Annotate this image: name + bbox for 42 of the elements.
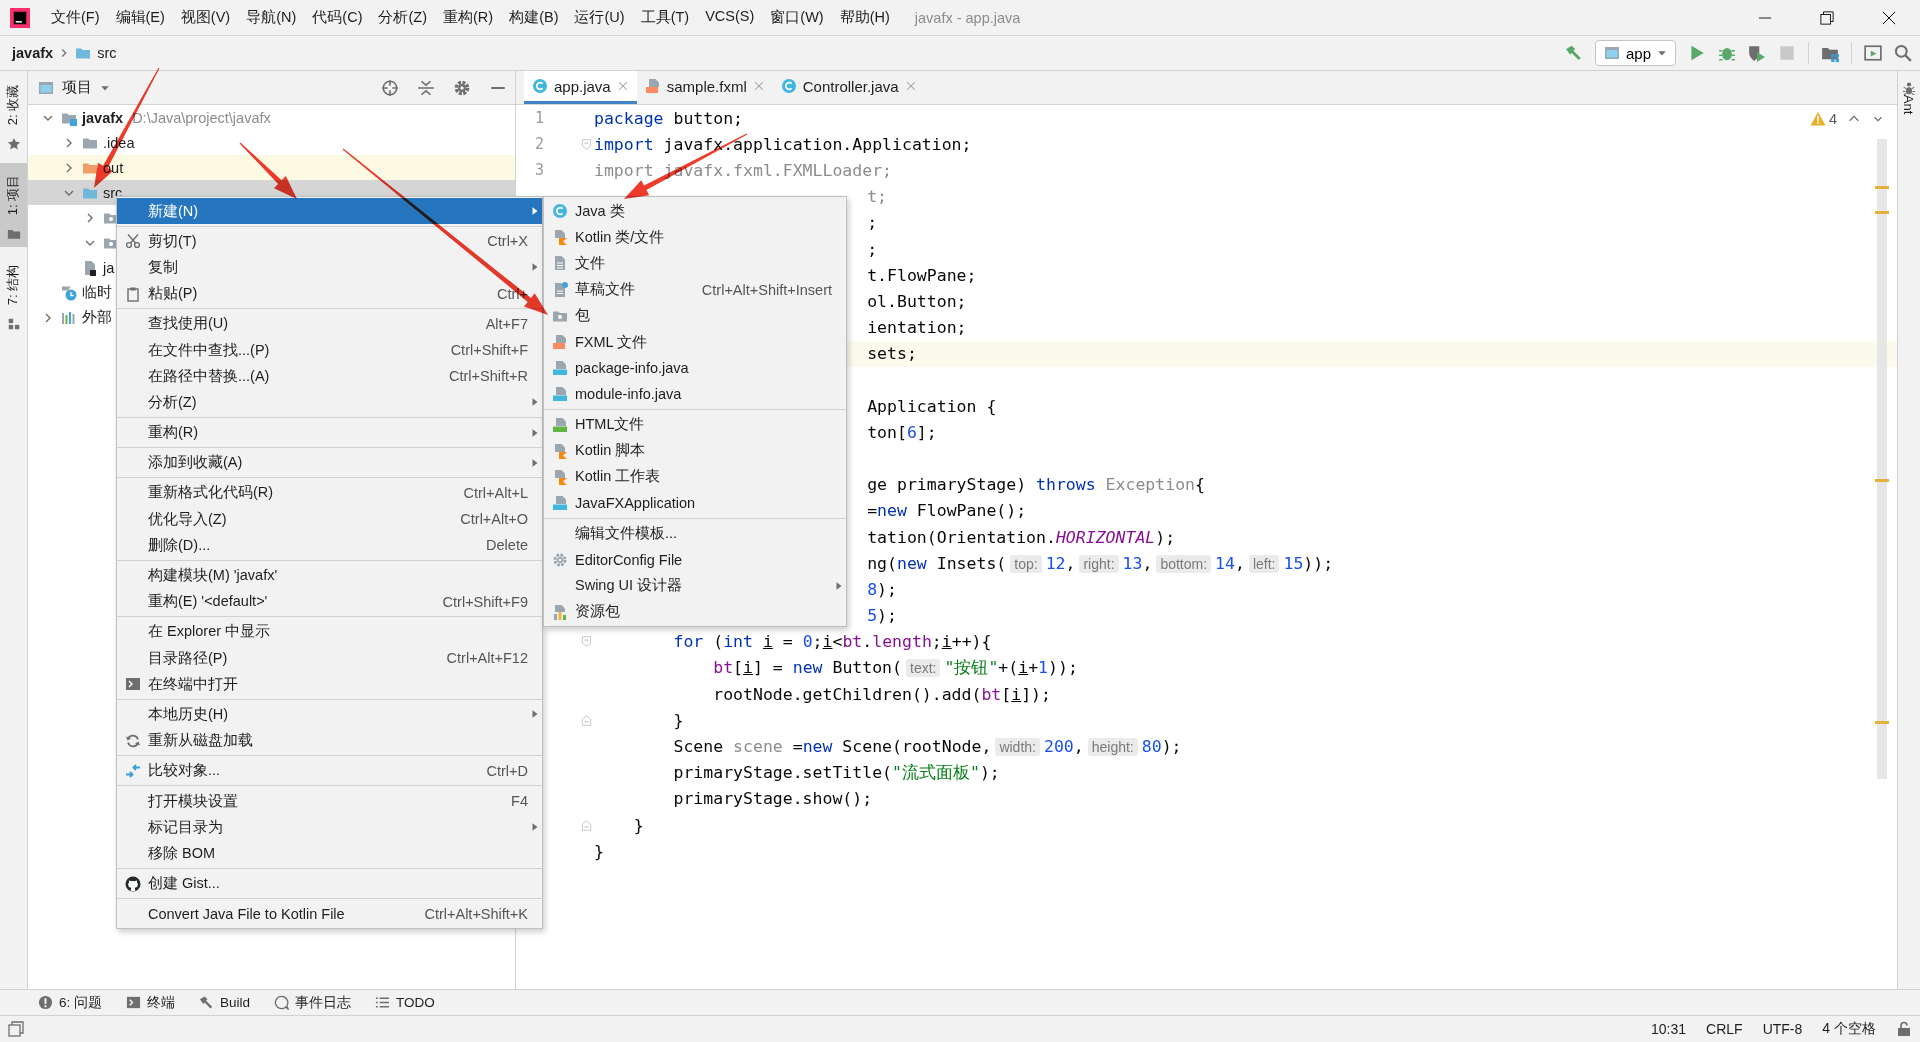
shortcut-label: Ctrl+D (485, 762, 528, 779)
shortcut-label: Ctrl+Shift+F (449, 342, 528, 359)
shortcut-label: Alt+F7 (484, 315, 528, 332)
code-line: ng(new Insets( top: 12, right: 13, bottom: 14, left: 15)); (867, 553, 1334, 573)
code-line: } (632, 815, 644, 835)
code-line: ; (867, 239, 878, 259)
code-line: for (int i = 0;i<bt.length;i++){ (672, 632, 992, 652)
line-number: 2 (533, 135, 544, 154)
shortcut-label: Ctrl+Alt+F12 (445, 650, 528, 667)
shortcut-label: Ctrl+Shift+F9 (441, 593, 528, 610)
code-line: rootNode.getChildren().add(bt[i]); (712, 684, 1051, 704)
shortcut-label: Ctrl+X (486, 233, 528, 250)
shortcut-label: Ctrl+Alt+Shift+K (423, 905, 528, 922)
shortcut-label: Delete (485, 537, 528, 554)
window-title: javafx - app.java (914, 9, 1021, 26)
line-number: 3 (533, 161, 544, 180)
code-line: Application { (867, 396, 997, 416)
shortcut-label: Ctrl+Alt+Shift+Insert (700, 281, 832, 298)
code-line: ; (867, 213, 878, 233)
code-line: } (672, 710, 684, 730)
code-line: } (594, 841, 604, 861)
shortcut-label: F4 (510, 793, 528, 810)
code-line: tation(Orientation.HORIZONTAL); (867, 527, 1176, 547)
code-line: primaryStage.show(); (672, 789, 873, 809)
code-line: t; (867, 187, 888, 207)
shortcut-label: Ctrl+Alt+L (462, 484, 528, 501)
code-line: ge primaryStage) throws Exception{ (867, 475, 1205, 495)
code-line: sets; (867, 344, 917, 364)
shortcut-label: Ctrl+Shift+R (448, 368, 528, 385)
code-line: bt[i] = new Button( text: "按钮"+(i+1)); (712, 657, 1078, 680)
line-number: 1 (533, 109, 544, 128)
code-line: primaryStage.setTitle("流式面板"); (672, 761, 1000, 784)
code-line: 5); (867, 606, 897, 626)
shortcut-label: Ctrl+Alt+O (459, 511, 528, 528)
code-line: ol.Button; (867, 291, 967, 311)
code-line: =new FlowPane(); (867, 501, 1027, 521)
code-line: package button; (594, 108, 744, 128)
code-line: ientation; (867, 318, 967, 338)
code-line: t.FlowPane; (867, 265, 977, 285)
code-line: ton[6]; (867, 422, 937, 442)
code-line: 8); (867, 579, 897, 599)
code-line: Scene scene =new Scene(rootNode, width: 200, height: 80); (672, 737, 1182, 757)
